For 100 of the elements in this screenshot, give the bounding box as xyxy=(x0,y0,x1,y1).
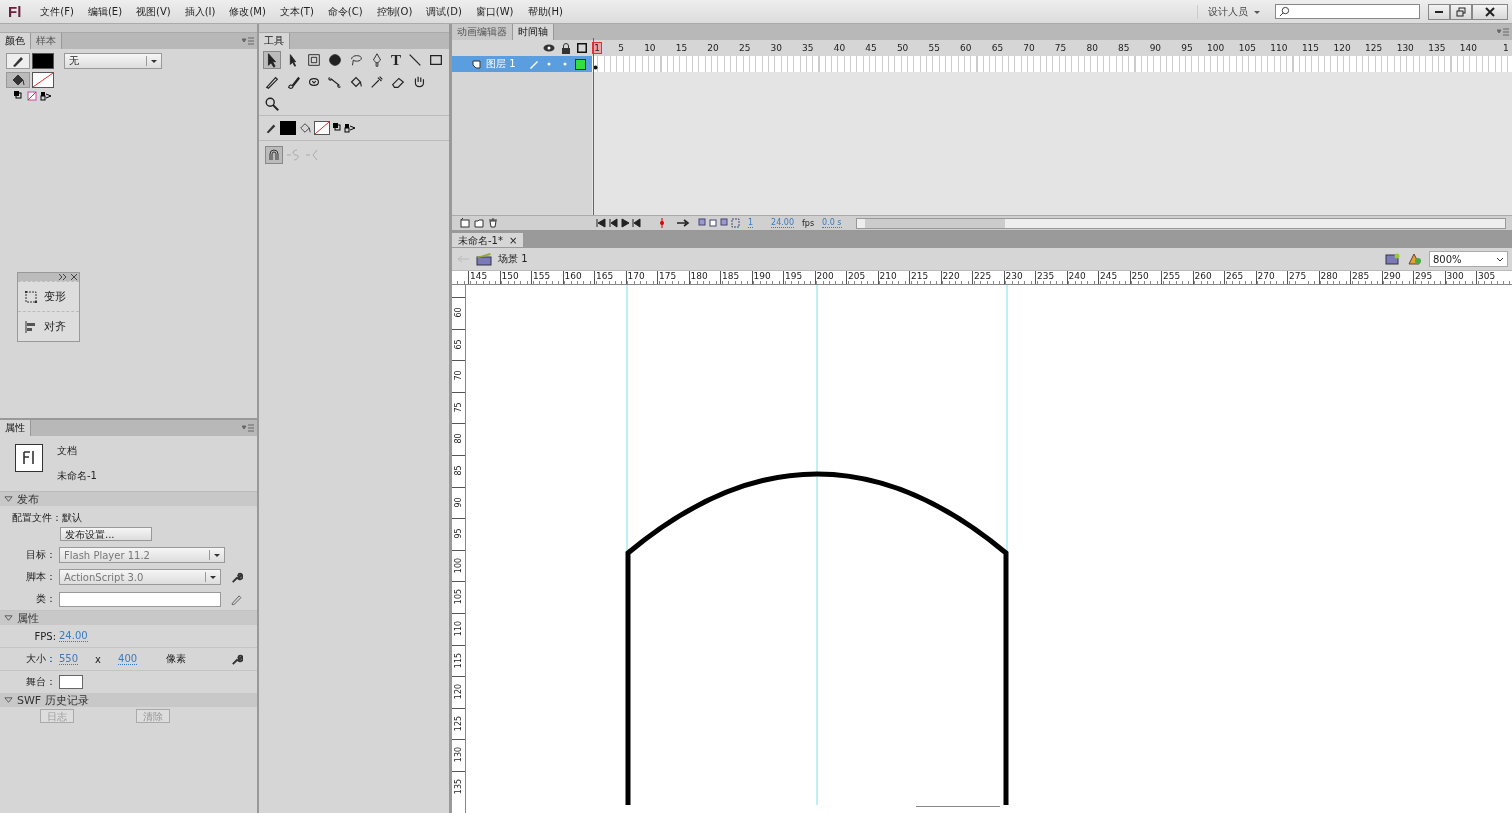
trash-icon[interactable] xyxy=(488,218,498,228)
swatch-tools-icon[interactable] xyxy=(333,123,357,133)
menu-item[interactable]: 编辑(E) xyxy=(80,4,130,19)
profile-value: 默认 xyxy=(62,511,82,525)
tool-button[interactable] xyxy=(263,95,281,113)
free-transform-icon xyxy=(306,52,322,68)
minimize-button[interactable] xyxy=(1428,3,1450,20)
snap-button[interactable] xyxy=(265,146,283,164)
tool-button[interactable] xyxy=(305,51,323,69)
visibility-dot-icon[interactable] xyxy=(547,62,551,66)
target-dropdown[interactable]: Flash Player 11.2 xyxy=(59,547,225,563)
workspace-switcher[interactable]: 设计人员 xyxy=(1197,4,1248,19)
menu-item[interactable]: 调试(D) xyxy=(419,4,469,19)
color-type-dropdown[interactable]: 无 xyxy=(64,53,162,69)
frame-number: 85 xyxy=(1117,43,1130,53)
frame-number: 90 xyxy=(1148,43,1162,53)
menu-item[interactable]: 插入(I) xyxy=(177,4,223,19)
document-name: 未命名-1 xyxy=(57,469,97,483)
new-layer-icon[interactable] xyxy=(460,218,470,228)
frame-number: 100 xyxy=(1206,43,1225,53)
field-label: 脚本： xyxy=(25,570,56,584)
wrench-icon[interactable] xyxy=(230,652,243,666)
frame-number: 15 xyxy=(674,43,688,53)
swatch-tools-icon[interactable] xyxy=(14,91,52,101)
vertical-ruler: 60 65 70 75 80 85 90 95 100 105 110 115 120 125 130 135 xyxy=(452,285,466,813)
rectangle-icon xyxy=(428,52,444,68)
frame-number: 30 xyxy=(769,43,782,53)
transform-icon xyxy=(24,289,38,304)
search-field[interactable] xyxy=(1275,4,1420,19)
menu-item[interactable]: 命令(C) xyxy=(320,4,370,19)
panel-tab[interactable]: 样本 xyxy=(31,33,62,49)
onion-skin-icons[interactable] xyxy=(698,218,740,228)
brush-icon xyxy=(285,74,301,90)
outline-color-icon[interactable] xyxy=(575,58,586,70)
disclosure-triangle-icon xyxy=(4,494,13,504)
menu-item[interactable]: 控制(O) xyxy=(369,4,420,19)
panel-menu-icon[interactable] xyxy=(1497,28,1509,36)
section-header[interactable]: 属性 xyxy=(0,611,257,625)
stroke-swatch[interactable] xyxy=(280,121,296,135)
menu-item[interactable]: 修改(M) xyxy=(222,4,273,19)
menu-item[interactable]: 视图(V) xyxy=(129,4,178,19)
script-dropdown[interactable]: ActionScript 3.0 xyxy=(59,569,222,585)
frame-number: 45 xyxy=(864,43,877,53)
scene-name[interactable]: 场景 1 xyxy=(498,252,528,266)
panel-tab[interactable]: 颜色 xyxy=(0,33,31,49)
new-folder-icon[interactable] xyxy=(474,218,484,228)
no-color-swatch[interactable] xyxy=(314,121,330,135)
zoom-dropdown[interactable]: 800% xyxy=(1429,251,1508,267)
field-label: 舞台： xyxy=(25,675,56,689)
section-header[interactable]: 发布 xyxy=(0,492,257,506)
panel-tab[interactable]: 时间轴 xyxy=(513,24,554,40)
paint-bucket-icon[interactable] xyxy=(299,121,311,135)
frame-number: 70 xyxy=(1022,43,1035,53)
section-header[interactable]: SWF 历史记录 xyxy=(0,693,257,707)
line-tool-icon xyxy=(407,52,423,68)
stroke-color-button[interactable] xyxy=(6,53,30,69)
unit-label: 像素 xyxy=(166,652,187,666)
edit-scene-icon[interactable] xyxy=(1407,252,1423,266)
document-tab[interactable]: 未命名-1* xyxy=(452,233,509,247)
close-button[interactable] xyxy=(1472,3,1508,20)
publish-settings-button[interactable]: 发布设置... xyxy=(60,527,152,541)
eye-icon[interactable] xyxy=(543,43,555,53)
frame-number: 55 xyxy=(927,43,940,53)
stroke-swatch[interactable] xyxy=(32,53,54,69)
menu-item[interactable]: 文本(T) xyxy=(272,4,321,19)
tool-button[interactable] xyxy=(326,51,344,69)
outline-icon[interactable] xyxy=(577,43,587,53)
panel-menu-icon[interactable] xyxy=(242,37,254,45)
class-input-field[interactable] xyxy=(59,591,222,607)
panel-tab[interactable]: 属性 xyxy=(0,420,31,436)
arch-shape[interactable] xyxy=(625,471,1009,805)
panel-shortcut[interactable]: 变形 xyxy=(18,281,79,311)
wrench-icon[interactable] xyxy=(230,570,243,584)
restore-button[interactable] xyxy=(1450,3,1472,20)
edit-symbols-icon[interactable] xyxy=(1385,252,1401,266)
panel-header-icon[interactable] xyxy=(59,274,77,280)
no-color-swatch[interactable] xyxy=(32,72,54,88)
panel-shortcut[interactable]: 对齐 xyxy=(18,311,79,341)
frame-number: 10 xyxy=(643,43,656,53)
minimize-icon xyxy=(1435,10,1443,13)
menu-item[interactable]: 窗口(W) xyxy=(468,4,521,19)
panel-menu-icon[interactable] xyxy=(242,424,254,432)
zoom-icon xyxy=(264,96,280,112)
fill-color-button[interactable] xyxy=(6,72,30,88)
horizontal-scrollbar[interactable] xyxy=(855,217,1506,229)
panel-gripper[interactable] xyxy=(0,24,257,33)
panel-gripper[interactable] xyxy=(259,24,449,33)
lock-icon[interactable] xyxy=(561,42,571,54)
panel-tab[interactable]: 工具 xyxy=(259,33,290,49)
loop-icon[interactable] xyxy=(676,218,690,228)
panel-tab[interactable]: 动画编辑器 xyxy=(452,24,513,40)
lock-dot-icon[interactable] xyxy=(563,62,567,66)
frame-number: 20 xyxy=(706,43,719,53)
menu-item[interactable]: 文件(F) xyxy=(33,4,81,19)
text-tool-button[interactable]: T xyxy=(389,51,403,69)
menu-item[interactable]: 帮助(H) xyxy=(520,4,570,19)
stage-color-swatch[interactable] xyxy=(59,675,83,689)
tool-button[interactable] xyxy=(263,51,281,69)
pencil-icon xyxy=(264,74,280,90)
frame-number: 80 xyxy=(1085,43,1098,53)
